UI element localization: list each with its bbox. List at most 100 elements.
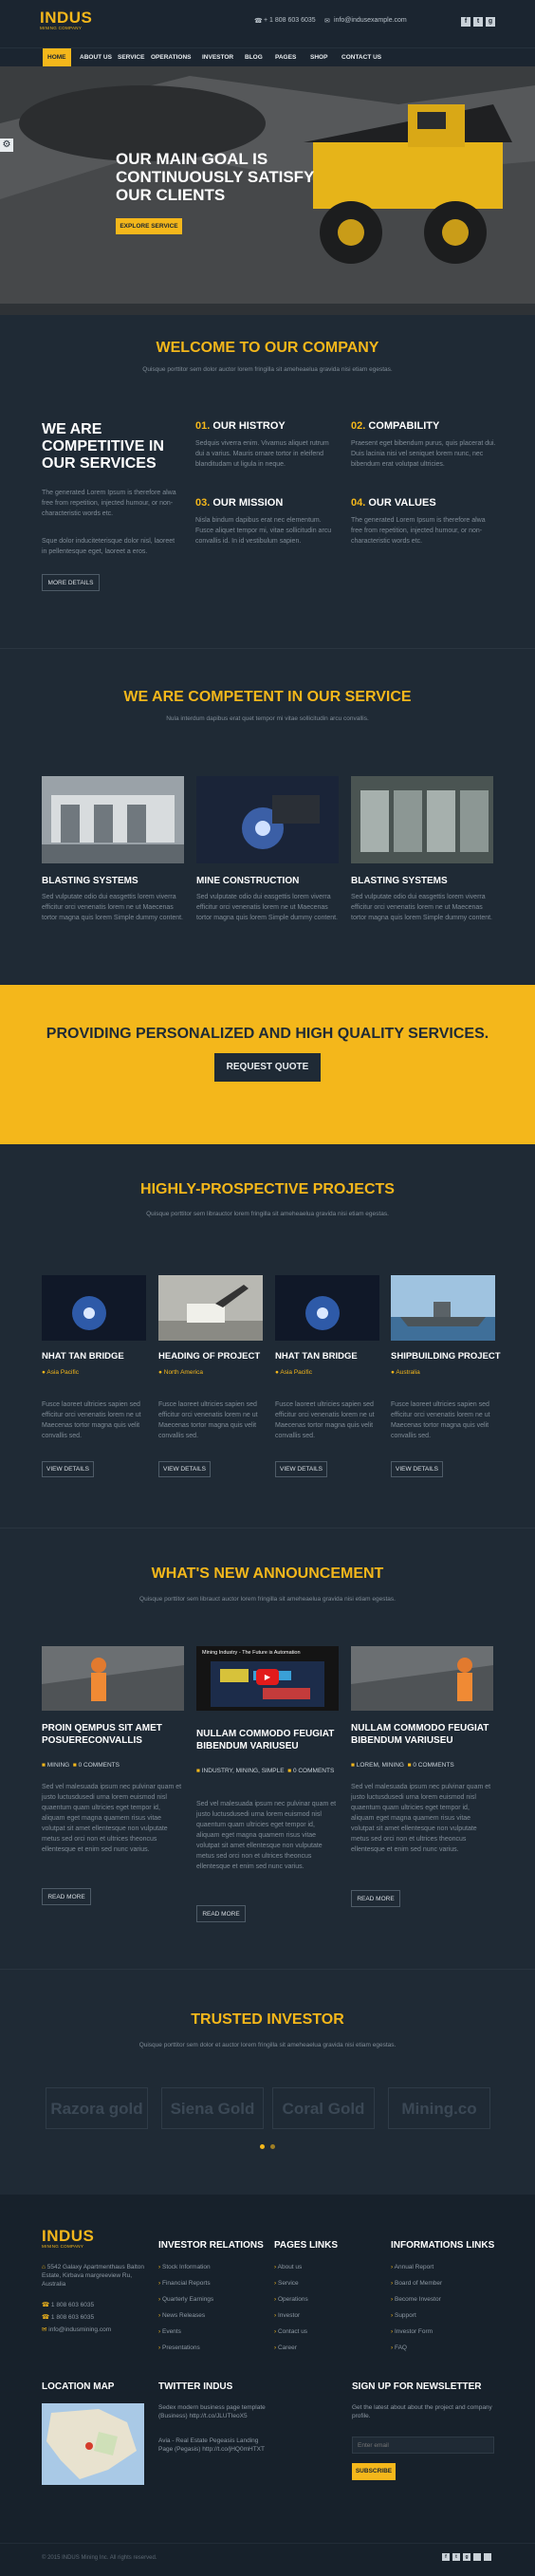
footer-logo[interactable]: INDUS MINING COMPANY — [42, 2228, 94, 2249]
google-plus-icon[interactable]: g — [486, 17, 495, 27]
map-pin-icon: ● — [158, 1369, 162, 1376]
read-more-button-2[interactable]: READ MORE — [196, 1905, 246, 1922]
hero-banner: ⚙ OUR MAIN GOAL IS CONTINUOUSLY SATISFY … — [0, 66, 535, 315]
logo-text: INDUS — [40, 9, 93, 27]
news-image-1 — [42, 1646, 184, 1711]
project-title-2[interactable]: HEADING OF PROJECT — [158, 1351, 260, 1362]
partner-logo-2[interactable]: Siena Gold — [161, 2087, 264, 2129]
project-title-3[interactable]: NHAT TAN BRIDGE — [275, 1351, 358, 1362]
top-bar: INDUS MINING COMPANY ☎ + 1 808 603 6035 … — [0, 0, 535, 47]
view-details-button-4[interactable]: VIEW DETAILS — [391, 1461, 443, 1477]
projects-title: HIGHLY-PROSPECTIVE PROJECTS — [140, 1181, 395, 1197]
footer-relations-link[interactable]: › News Releases — [158, 2312, 205, 2319]
project-location-3: ● Asia Pacific — [275, 1369, 312, 1376]
investor-title: TRUSTED INVESTOR — [191, 2011, 344, 2028]
newsletter-email-input[interactable] — [352, 2437, 494, 2454]
footer-pages-link[interactable]: › Investor — [274, 2312, 300, 2319]
facebook-icon[interactable]: f — [461, 17, 470, 27]
footer-pages-link[interactable]: › Contact us — [274, 2328, 307, 2335]
mail-icon: ✉ — [42, 2326, 47, 2333]
footer-phone-2[interactable]: ☎ 1 808 603 6035 — [42, 2313, 94, 2321]
footer-relations-link[interactable]: › Presentations — [158, 2344, 200, 2351]
project-text-4: Fusce laoreet ultricies sapien sed effic… — [391, 1401, 490, 1439]
gear-icon[interactable]: ⚙ — [0, 139, 13, 152]
footer-pages-link[interactable]: › Service — [274, 2280, 299, 2287]
footer-info-link[interactable]: › Annual Report — [391, 2264, 434, 2270]
news-video-player[interactable]: Mining Industry - The Future is Automati… — [196, 1646, 339, 1711]
nav-pages[interactable]: PAGES — [275, 48, 296, 67]
main-nav: HOME ABOUT US SERVICE OPERATIONS INVESTO… — [0, 47, 535, 67]
nav-service[interactable]: SERVICE — [118, 48, 144, 67]
project-title-1[interactable]: NHAT TAN BRIDGE — [42, 1351, 124, 1362]
partner-logo-4[interactable]: Mining.co — [388, 2087, 490, 2129]
footer-email[interactable]: ✉ info@indusmining.com — [42, 2326, 111, 2333]
block-mission-title: 03. OUR MISSION — [195, 497, 284, 509]
footer-relations-link[interactable]: › Financial Reports — [158, 2280, 211, 2287]
view-details-button-2[interactable]: VIEW DETAILS — [158, 1461, 211, 1477]
news-title-1[interactable]: PROIN QEMPUS SIT AMET POSUERECONVALLIS — [42, 1722, 184, 1747]
play-icon[interactable]: ▶ — [256, 1669, 279, 1685]
tweet-1[interactable]: Sedex modern business page template (Bus… — [158, 2403, 268, 2420]
top-email[interactable]: info@indusexample.com — [334, 17, 407, 24]
competent-subtitle: Nula interdum dapibus erat quet tempor m… — [166, 715, 369, 722]
google-plus-icon[interactable]: g — [463, 2553, 470, 2561]
carousel-dot[interactable] — [270, 2144, 275, 2149]
nav-about[interactable]: ABOUT US — [80, 48, 112, 67]
footer-pages-title: PAGES LINKS — [274, 2240, 339, 2251]
footer-pages-link[interactable]: › Career — [274, 2344, 297, 2351]
rss-icon[interactable] — [484, 2553, 491, 2561]
news-meta-1: ■ MINING ■ 0 COMMENTS — [42, 1762, 120, 1769]
newsletter-text: Get the latest about about the project a… — [352, 2404, 492, 2419]
nav-contact[interactable]: CONTACT US — [341, 48, 381, 67]
nav-operations[interactable]: OPERATIONS — [151, 48, 192, 67]
section-divider — [0, 648, 535, 649]
logo[interactable]: INDUS MINING COMPANY — [40, 9, 92, 30]
footer-relations-link[interactable]: › Events — [158, 2328, 181, 2335]
more-details-button[interactable]: MORE DETAILS — [42, 574, 100, 591]
newsletter-title: SIGN UP FOR NEWSLETTER — [352, 2381, 482, 2392]
view-details-button-1[interactable]: VIEW DETAILS — [42, 1461, 94, 1477]
linkedin-icon[interactable] — [473, 2553, 481, 2561]
project-title-4[interactable]: SHIPBUILDING PROJECT — [391, 1351, 501, 1362]
tweet-2[interactable]: Avia - Real Estate Pegeasis Landing Page… — [158, 2437, 268, 2454]
news-title-2[interactable]: NULLAM COMMODO FEUGIAT BIBENDUM VARIUSEU — [196, 1728, 339, 1752]
footer-info-link[interactable]: › Support — [391, 2312, 416, 2319]
news-title-3[interactable]: NULLAM COMMODO FEUGIAT BIBENDUM VARIUSEU — [351, 1722, 493, 1747]
project-image-1 — [42, 1275, 146, 1341]
partner-logo-1[interactable]: Razora gold — [46, 2087, 148, 2129]
hero-headline: OUR MAIN GOAL IS CONTINUOUSLY SATISFY OU… — [116, 150, 315, 204]
footer-info-link[interactable]: › Board of Member — [391, 2280, 442, 2287]
nav-home[interactable]: HOME — [43, 48, 71, 67]
footer-info-link[interactable]: › Investor Form — [391, 2328, 433, 2335]
footer-info-link[interactable]: › Become Investor — [391, 2296, 441, 2303]
footer-relations-link[interactable]: › Quarterly Earnings — [158, 2296, 213, 2303]
block-values-title: 04. OUR VALUES — [351, 497, 436, 509]
location-map[interactable] — [42, 2403, 144, 2485]
nav-shop[interactable]: SHOP — [310, 48, 327, 67]
twitter-icon[interactable]: t — [452, 2553, 460, 2561]
read-more-button-3[interactable]: READ MORE — [351, 1890, 400, 1907]
read-more-button-1[interactable]: READ MORE — [42, 1888, 91, 1905]
section-divider — [0, 1528, 535, 1529]
block-history-title: 01. OUR HISTROY — [195, 420, 286, 432]
carousel-dot-active[interactable] — [260, 2144, 265, 2149]
footer-pages-link[interactable]: › About us — [274, 2264, 302, 2270]
facebook-icon[interactable]: f — [442, 2553, 450, 2561]
footer-relations-link[interactable]: › Stock Information — [158, 2264, 211, 2270]
view-details-button-3[interactable]: VIEW DETAILS — [275, 1461, 327, 1477]
subscribe-button[interactable]: SUBSCRIBE — [352, 2463, 396, 2480]
request-quote-button[interactable]: REQUEST QUOTE — [214, 1053, 321, 1082]
news-text-3: Sed vel malesuada ipsum nec pulvinar qua… — [351, 1784, 491, 1853]
mail-icon: ✉ — [324, 18, 330, 25]
nav-investor[interactable]: INVESTOR — [202, 48, 233, 67]
partner-logo-3[interactable]: Coral Gold — [272, 2087, 375, 2129]
footer-info-link[interactable]: › FAQ — [391, 2344, 407, 2351]
folder-icon: ■ — [196, 1768, 200, 1774]
explore-service-button[interactable]: EXPLORE SERVICE — [116, 218, 182, 234]
footer-phone-1[interactable]: ☎ 1 808 603 6035 — [42, 2301, 94, 2308]
top-phone[interactable]: + 1 808 603 6035 — [264, 17, 316, 24]
block-mission-text: Nisla bindum dapibus erat nec elementum.… — [195, 517, 332, 545]
nav-blog[interactable]: BLOG — [245, 48, 263, 67]
twitter-icon[interactable]: t — [473, 17, 483, 27]
footer-pages-link[interactable]: › Operations — [274, 2296, 308, 2303]
